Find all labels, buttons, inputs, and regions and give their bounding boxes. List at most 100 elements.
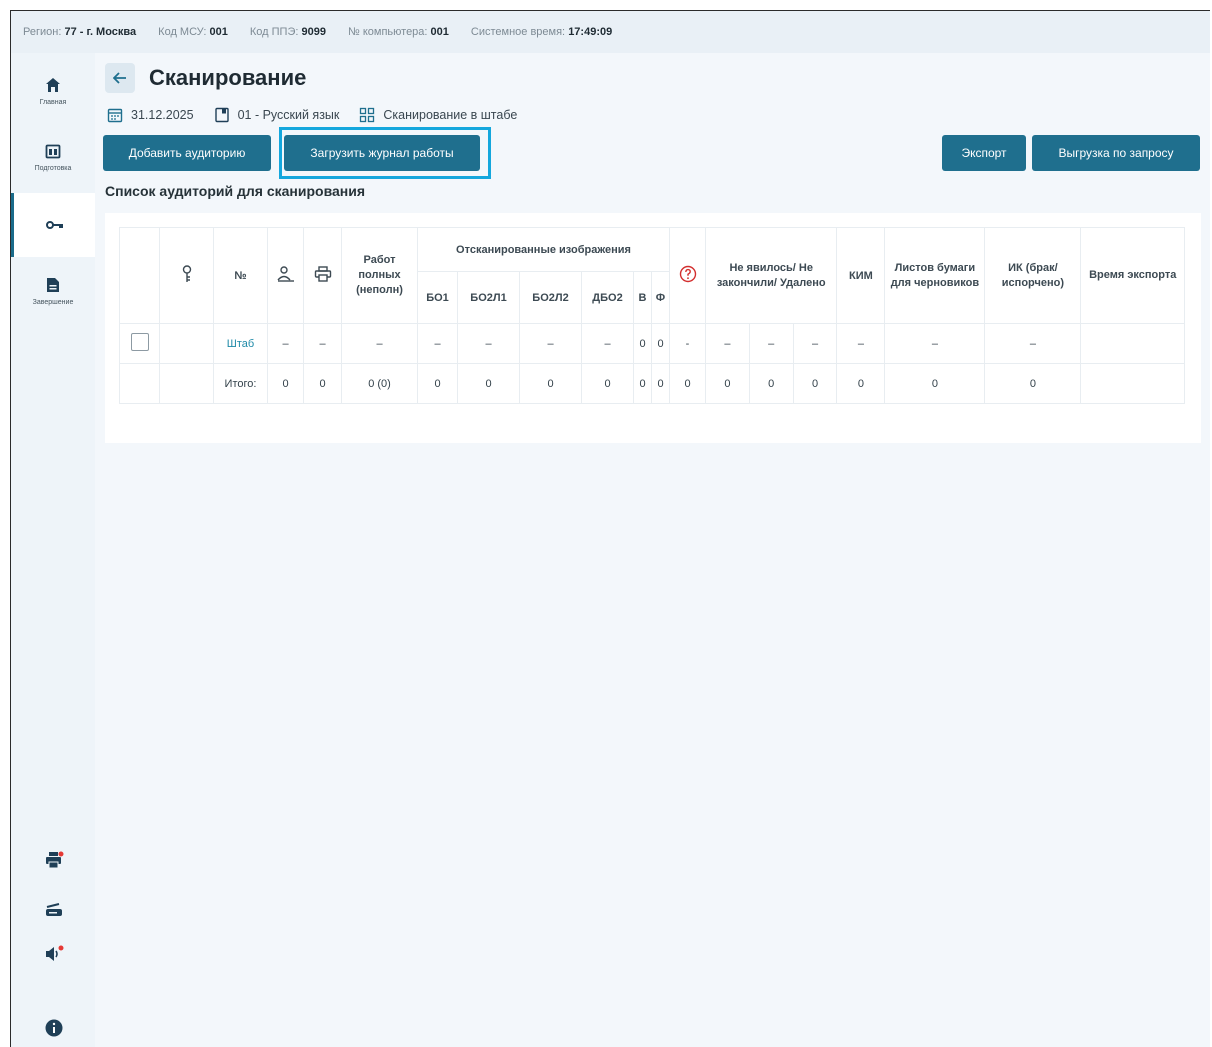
calendar-icon [107,108,123,123]
app-window: Регион: 77 - г. Москва Код МСУ: 001 Код … [10,10,1210,1047]
sidebar-item-home[interactable]: Главная [11,57,95,123]
total-row: Итого: 0 0 0 (0) 0 0 0 0 0 0 0 0 0 0 0 0… [119,363,1185,404]
sidebar-item-completion[interactable]: Завершение [11,257,95,323]
row-checkbox-cell [119,323,160,364]
ppe-code: Код ППЭ: 9099 [249,26,326,38]
total-cell [119,363,160,404]
row-cell: – [984,323,1082,364]
row-cell: 0 [633,323,652,364]
document-icon [43,275,63,295]
auditorium-table: № Работ полных (неполн) Отсканированные … [119,227,1185,404]
col-scanned-images: Отсканированные изображения [417,227,670,272]
sidebar-item-scanning[interactable] [11,193,95,257]
total-cell: 0 [519,363,582,404]
total-cell: 0 [884,363,986,404]
total-cell: 0 [651,363,670,404]
row-cell [1080,323,1185,364]
row-cell: – [267,323,304,364]
section-title: Список аудиторий для сканирования [105,183,366,199]
row-cell: – [792,323,838,364]
row-cell: – [705,323,750,364]
add-auditorium-button[interactable]: Добавить аудиторию [103,135,271,171]
sidebar-item-preparation[interactable]: Подготовка [11,123,95,189]
total-cell: 0 [748,363,794,404]
total-cell [1080,363,1185,404]
computer-number: № компьютера: 001 [347,26,449,38]
sidebar: Главная Подготовка Завершение [11,53,95,1047]
exam-date: 31.12.2025 [107,107,194,123]
total-cell: 0 [836,363,886,404]
col-number: № [213,227,268,324]
col-participants [267,227,304,324]
sound-alert-icon[interactable] [43,943,65,965]
calendar-icon [43,141,63,161]
total-cell: 0 [705,363,750,404]
col-export-time: Время экспорта [1080,227,1185,324]
export-on-request-button[interactable]: Выгрузка по запросу [1032,135,1200,171]
col-dbo2: ДБО2 [581,271,634,324]
auditorium-link[interactable]: Штаб [213,323,268,364]
info-icon[interactable] [43,1017,65,1039]
col-key [159,227,214,324]
total-cell: 0 [267,363,304,404]
row-cell: – [581,323,634,364]
col-absent: Не явилось/ Не закончили/ Удалено [704,227,838,324]
total-cell: 0 [457,363,520,404]
col-v: В [633,271,652,324]
book-icon [214,107,229,123]
col-bo1: БО1 [417,271,458,324]
row-cell: – [519,323,582,364]
table-row: Штаб – – – – – – – 0 0 - – – – – – – [119,323,1185,364]
row-cell: – [341,323,418,364]
system-time: Системное время: 17:49:09 [470,26,613,38]
auditorium-table-card: № Работ полных (неполн) Отсканированные … [105,213,1201,443]
col-bo2l1: БО2Л1 [457,271,520,324]
col-question [669,227,706,324]
grid-icon [360,107,375,123]
row-key-cell [159,323,214,364]
row-cell: – [303,323,342,364]
row-cell: – [884,323,986,364]
back-button[interactable] [105,63,135,93]
total-cell: 0 [417,363,458,404]
col-checkbox [119,227,160,324]
page-title: Сканирование [149,65,307,90]
col-f: Ф [651,271,670,324]
question-icon [679,265,696,283]
total-cell: 0 (0) [341,363,418,404]
export-button[interactable]: Экспорт [942,135,1026,171]
col-kim: КИМ [836,227,886,324]
row-cell: – [748,323,794,364]
exam-meta: 31.12.2025 01 - Русский язык Сканировани… [107,107,517,123]
key-icon [182,265,191,282]
printer-alert-icon[interactable] [43,849,65,871]
total-cell: 0 [581,363,634,404]
col-printed [303,227,342,324]
exam-subject: 01 - Русский язык [214,107,339,123]
row-cell: - [669,323,706,364]
row-checkbox[interactable] [130,333,149,351]
row-cell: 0 [651,323,670,364]
total-cell: 0 [669,363,706,404]
region-info: Регион: 77 - г. Москва [23,26,137,38]
col-draft-sheets: Листов бумаги для черновиков [884,227,986,324]
key-icon [45,215,65,235]
col-works: Работ полных (неполн) [341,227,418,324]
users-icon [276,266,294,282]
total-cell: 0 [633,363,652,404]
total-cell: 0 [984,363,1082,404]
total-cell: 0 [303,363,342,404]
row-cell: – [417,323,458,364]
arrow-left-icon [113,72,126,84]
scanner-icon[interactable] [43,899,65,921]
total-label: Итого: [213,363,268,404]
total-cell: 0 [792,363,838,404]
scan-mode: Сканирование в штабе [359,107,517,123]
total-cell [159,363,214,404]
upload-journal-button[interactable]: Загрузить журнал работы [284,135,480,171]
col-ik: ИК (брак/ испорчено) [984,227,1082,324]
home-icon [43,75,63,95]
col-bo2l2: БО2Л2 [519,271,582,324]
page-header: Сканирование [105,63,306,93]
row-cell: – [457,323,520,364]
